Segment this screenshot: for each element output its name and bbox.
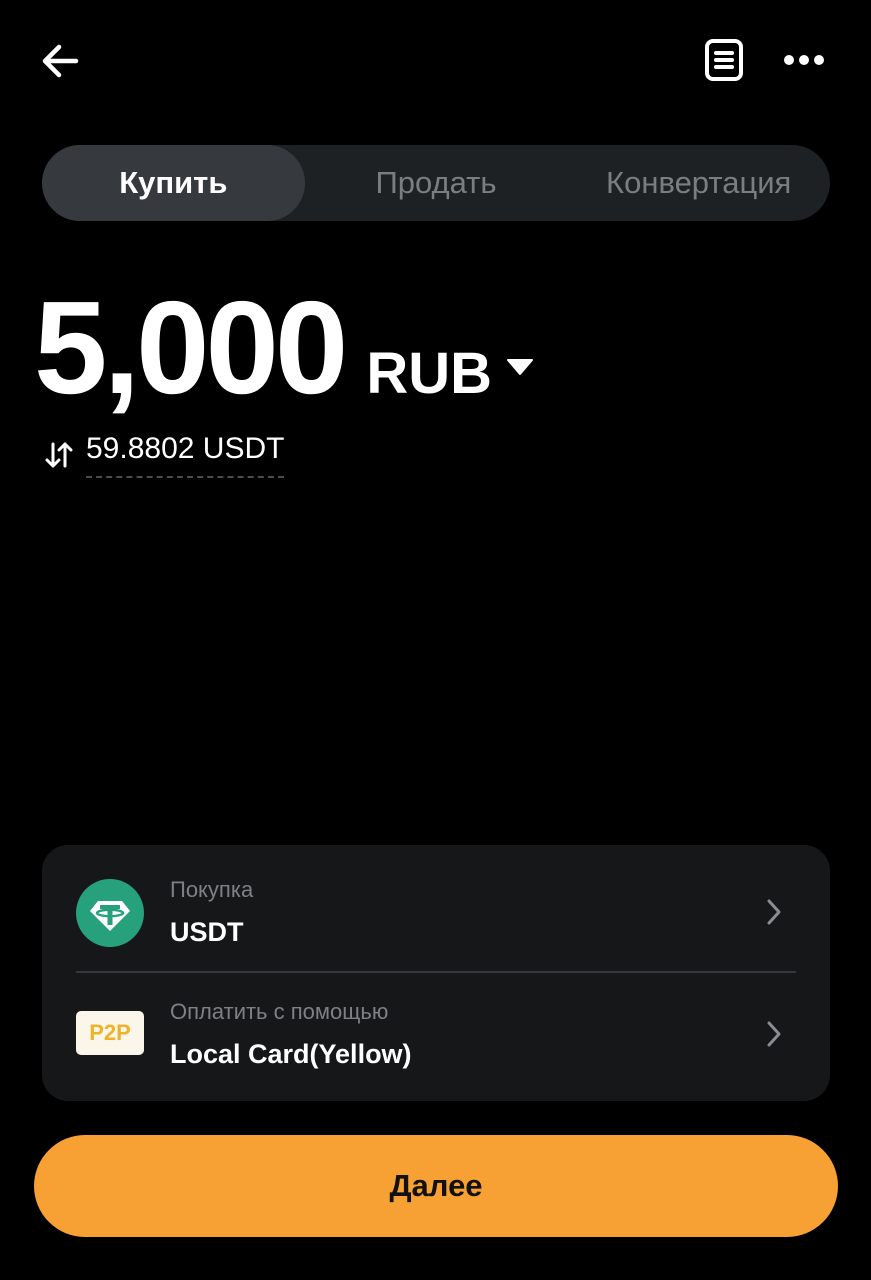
back-button[interactable]: [30, 35, 90, 87]
trade-mode-tabs: Купить Продать Конвертация: [42, 145, 830, 221]
converted-amount: 59.8802 USDT: [86, 432, 285, 478]
orders-button[interactable]: [696, 34, 752, 86]
buy-asset-value: USDT: [170, 917, 244, 947]
arrow-left-icon: [42, 44, 79, 78]
document-icon: [705, 39, 743, 81]
chevron-right-icon: [767, 899, 781, 925]
more-options-button[interactable]: [774, 34, 834, 86]
payment-method-row[interactable]: P2P Оплатить с помощью Local Card(Yellow…: [42, 973, 830, 1093]
caret-down-icon: [507, 359, 533, 375]
buy-label: Покупка: [170, 877, 254, 902]
currency-label: RUB: [366, 341, 492, 406]
buy-asset-row[interactable]: Покупка USDT: [42, 851, 830, 971]
payment-method-text: Оплатить с помощью Local Card(Yellow): [170, 999, 412, 1070]
tab-buy[interactable]: Купить: [42, 145, 305, 221]
payment-label: Оплатить с помощью: [170, 999, 389, 1024]
buy-asset-text: Покупка USDT: [170, 877, 253, 948]
ellipsis-icon: [784, 55, 824, 65]
buy-screen: Купить Продать Конвертация 5,000 RUB 59.…: [0, 0, 871, 1280]
tab-sell[interactable]: Продать: [305, 145, 568, 221]
amount-input[interactable]: 5,000: [34, 282, 348, 414]
next-button[interactable]: Далее: [34, 1135, 838, 1237]
payment-method-value: Local Card(Yellow): [170, 1039, 412, 1069]
tether-icon: [76, 879, 144, 952]
swap-vertical-icon: [45, 442, 73, 468]
currency-selector[interactable]: RUB: [366, 345, 534, 403]
tab-convert[interactable]: Конвертация: [567, 145, 830, 221]
p2p-badge-icon: P2P: [76, 1011, 144, 1055]
chevron-right-icon: [767, 1021, 781, 1047]
converted-amount-row[interactable]: 59.8802 USDT: [44, 432, 285, 478]
payment-details-card: Покупка USDT P2P Оплатить с помощью Loca…: [42, 845, 830, 1101]
amount-row: 5,000 RUB: [34, 282, 534, 414]
p2p-badge: P2P: [76, 1011, 144, 1055]
